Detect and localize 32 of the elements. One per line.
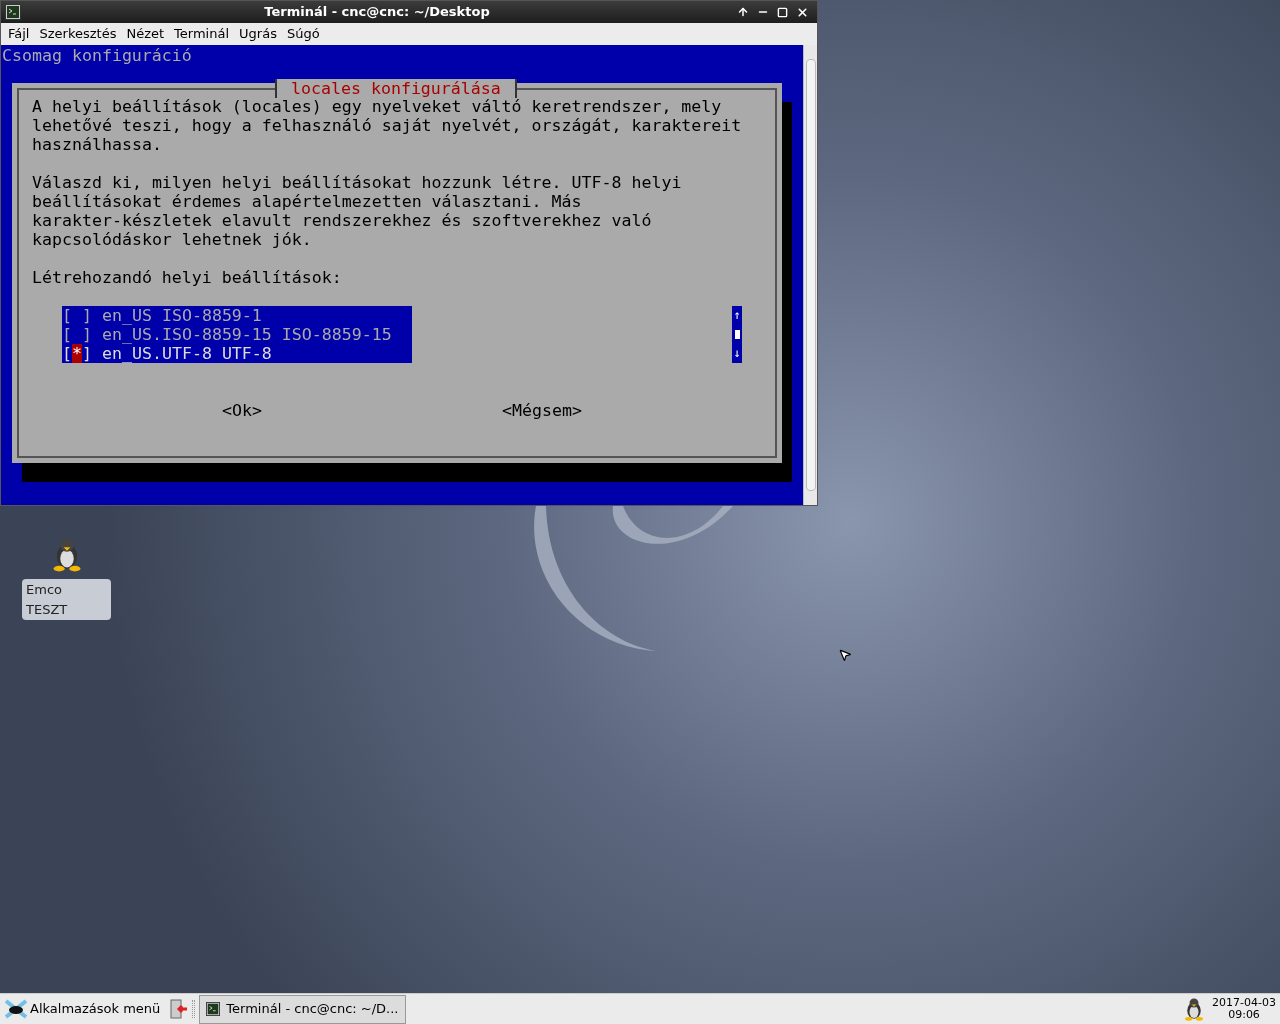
locale-item[interactable]: [ ] en_US ISO-8859-1 — [62, 306, 412, 325]
ok-button[interactable]: <Ok> — [222, 401, 262, 420]
scroll-down-arrow: ↓ — [733, 345, 741, 362]
raise-icon[interactable] — [737, 6, 749, 18]
window-title: Terminál - cnc@cnc: ~/Desktop — [263, 3, 491, 22]
clock[interactable]: 2017-04-03 09:06 — [1212, 997, 1276, 1021]
mouse-logo-icon — [4, 999, 28, 1019]
screen-header: Csomag konfiguráció — [2, 46, 192, 65]
applications-menu-button[interactable]: Alkalmazások menü — [4, 999, 161, 1019]
terminal-icon — [5, 4, 21, 20]
locale-item[interactable]: [ ] en_US.ISO-8859-15 ISO-8859-15 — [62, 325, 412, 344]
dialog-title: locales konfigurálása — [275, 79, 517, 98]
menu-item[interactable]: Ugrás — [234, 24, 282, 44]
desktop-icon-label[interactable]: Emco TESZT — [22, 579, 111, 620]
cancel-button[interactable]: <Mégsem> — [501, 401, 582, 420]
dialog-paragraph: Létrehozandó helyi beállítások: — [32, 268, 343, 287]
menu-item[interactable]: Fájl — [3, 24, 35, 44]
taskbar-task-button[interactable]: Terminál - cnc@cnc: ~/D... — [199, 994, 406, 1024]
menu-item[interactable]: Szerkesztés — [34, 24, 122, 44]
scrollbar-thumb[interactable] — [805, 59, 816, 491]
menu-item[interactable]: Nézet — [121, 24, 170, 44]
close-icon[interactable] — [796, 5, 809, 19]
dialog-paragraph: Válaszd ki, milyen helyi beállításokat hozzunk létre. UTF-8 helyi beállításokat érdemes alapértelmezetten választani. Más karakter-készletek elavult rendszerekhez és szoftverekhez való kapcsolódáskor lehetnek jók. — [32, 173, 683, 249]
logout-icon[interactable] — [168, 999, 189, 1019]
menu-item[interactable]: Terminál — [169, 24, 235, 44]
terminal-icon — [206, 1002, 221, 1016]
scroll-thumb-icon — [734, 330, 740, 339]
menu-item[interactable]: Súgó — [281, 24, 325, 44]
maximize-icon[interactable] — [777, 6, 788, 18]
scroll-up-arrow: ↑ — [733, 307, 741, 324]
locale-item[interactable]: [*] en_US.UTF-8 UTF-8 — [62, 344, 412, 363]
dialog-paragraph: A helyi beállítások (locales) egy nyelveket váltó keretrendszer, mely lehetővé teszi, hogy a felhasználó saját nyelvét, országát, karaktereit használhassa. — [32, 97, 743, 154]
